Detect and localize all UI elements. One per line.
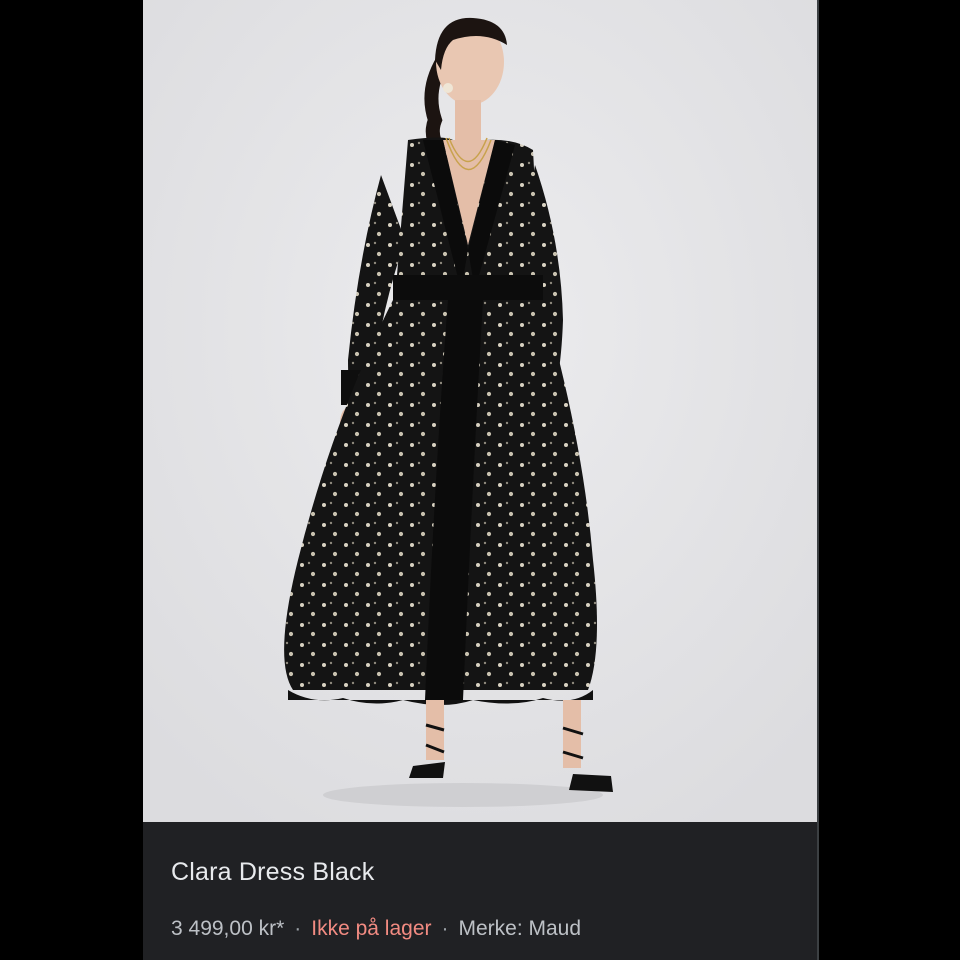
product-price: 3 499,00 kr* (171, 917, 285, 940)
meta-separator: · (294, 917, 302, 940)
product-info: Clara Dress Black 3 499,00 kr* · Ikke på l… (143, 822, 818, 960)
meta-separator: · (441, 917, 449, 940)
product-title[interactable]: Clara Dress Black (171, 858, 374, 887)
dress-model-illustration (143, 0, 818, 822)
stock-status: Ikke på lager (311, 917, 432, 940)
product-image[interactable] (143, 0, 818, 822)
product-brand: Merke: Maud (458, 917, 582, 940)
product-meta: 3 499,00 kr* · Ikke på lager · Merke: Maud (171, 917, 581, 941)
card-divider (817, 0, 819, 960)
product-card[interactable]: Clara Dress Black 3 499,00 kr* · Ikke på l… (143, 0, 818, 960)
